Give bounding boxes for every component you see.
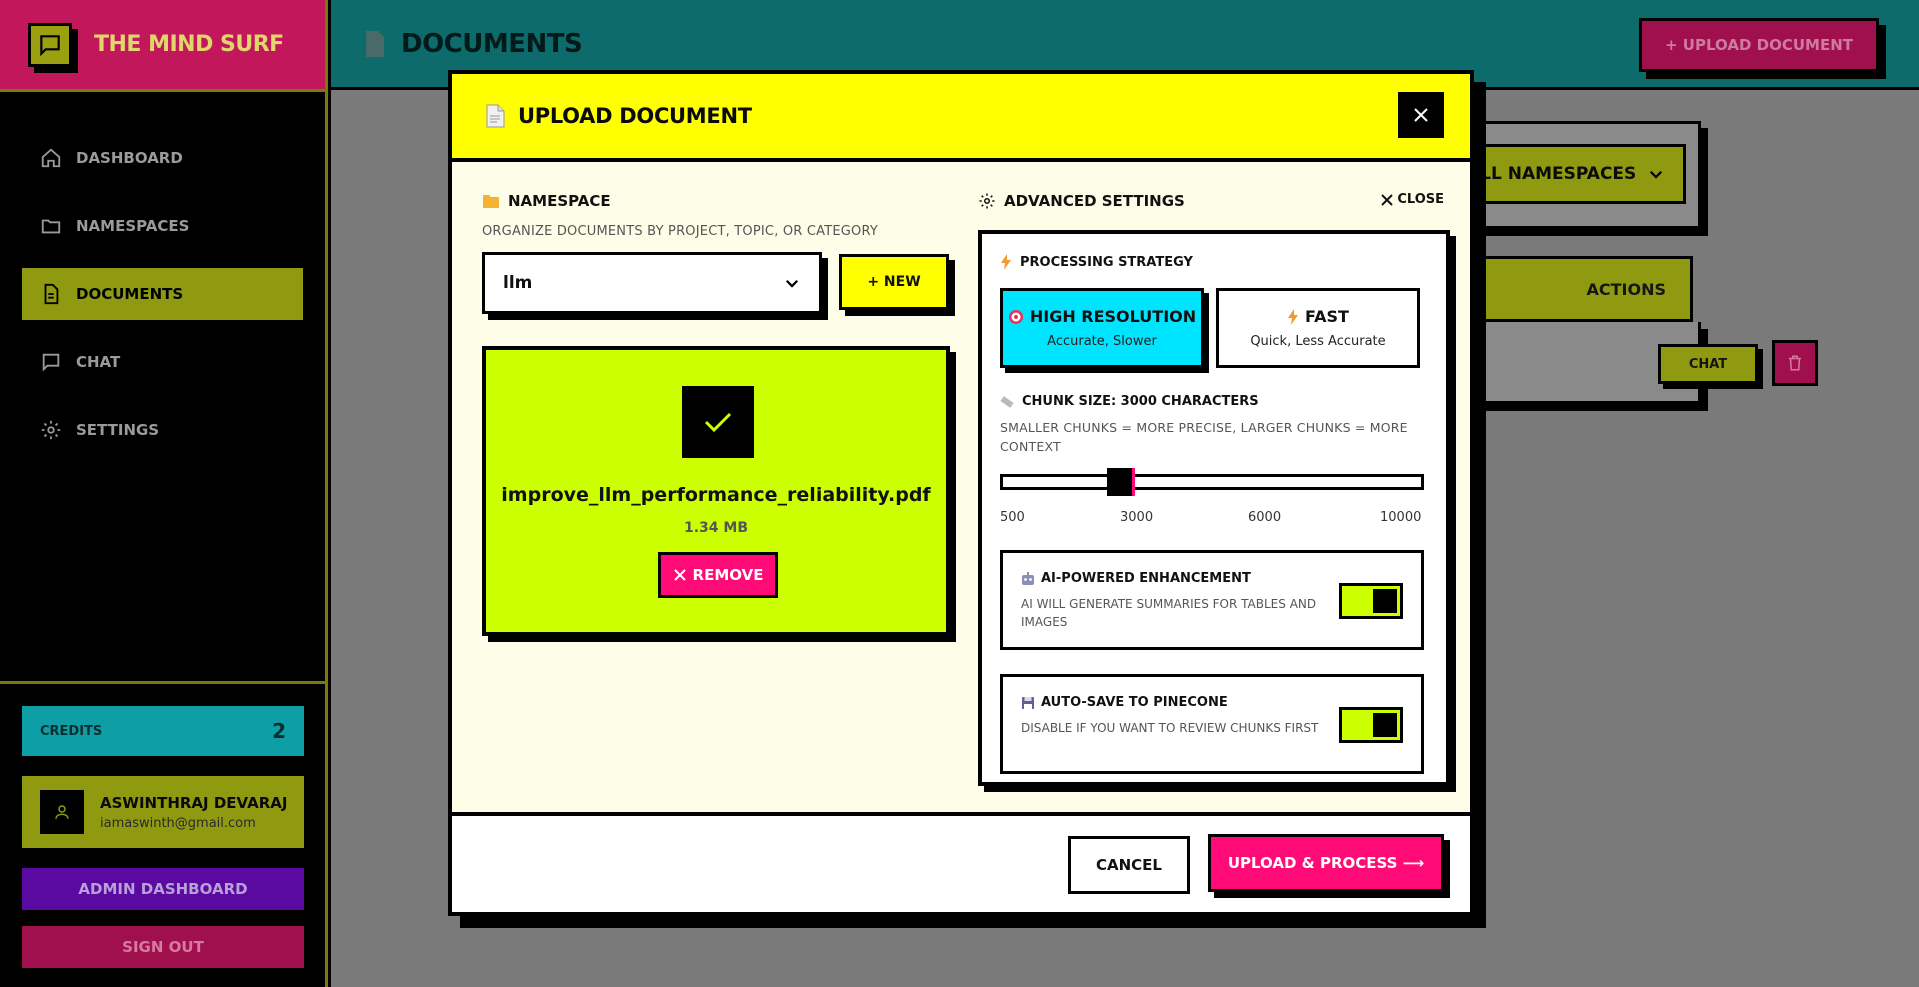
close-icon xyxy=(673,569,686,581)
sidebar-item-label: DOCUMENTS xyxy=(76,285,184,303)
new-namespace-button[interactable]: + NEW xyxy=(839,254,949,310)
user-name: ASWINTHRAJ DEVARAJ xyxy=(100,793,288,812)
file-name: improve_llm_performance_reliability.pdf xyxy=(501,484,931,506)
auto-save-card: AUTO-SAVE TO PINECONE DISABLE IF YOU WAN… xyxy=(1000,674,1424,774)
file-icon xyxy=(44,283,59,305)
avatar xyxy=(40,790,84,834)
namespace-filter-dropdown[interactable]: ALL NAMESPACES xyxy=(1464,144,1686,204)
strategy-fast[interactable]: FAST Quick, Less Accurate xyxy=(1216,288,1420,368)
chunk-size-slider[interactable] xyxy=(1000,468,1424,496)
file-size: 1.34 MB xyxy=(683,520,749,536)
namespace-help: ORGANIZE DOCUMENTS BY PROJECT, TOPIC, OR… xyxy=(482,224,879,239)
cancel-button[interactable]: CANCEL xyxy=(1068,836,1190,894)
ai-enhancement-desc: AI WILL GENERATE SUMMARIES FOR TABLES AN… xyxy=(1021,597,1317,629)
lightning-icon xyxy=(1001,254,1011,270)
robot-icon xyxy=(1022,571,1034,585)
sidebar-item-settings[interactable]: SETTINGS xyxy=(22,404,303,456)
document-icon xyxy=(486,104,505,128)
table-row: CHAT xyxy=(1461,322,1818,404)
folder-icon xyxy=(41,219,61,234)
remove-file-button[interactable]: REMOVE xyxy=(658,552,778,598)
chunk-size-help: SMALLER CHUNKS = MORE PRECISE, LARGER CH… xyxy=(1000,420,1408,454)
admin-dashboard-button[interactable]: ADMIN DASHBOARD xyxy=(22,868,304,910)
auto-save-toggle[interactable] xyxy=(1339,707,1403,743)
ruler-icon xyxy=(1000,395,1014,408)
namespace-section-title: NAMESPACE xyxy=(482,192,611,210)
gear-icon xyxy=(979,193,995,209)
credits-badge: CREDITS 2 xyxy=(22,706,304,756)
brand-header: THE MIND SURF xyxy=(0,0,325,92)
credits-value: 2 xyxy=(272,719,286,743)
strategy-high-resolution[interactable]: HIGH RESOLUTION Accurate, Slower xyxy=(1000,288,1204,368)
row-delete-button[interactable] xyxy=(1772,340,1818,386)
advanced-settings-panel: PROCESSING STRATEGY HIGH RESOLUTION Accu… xyxy=(978,230,1450,786)
sidebar-item-label: DASHBOARD xyxy=(76,149,183,167)
user-card[interactable]: ASWINTHRAJ DEVARAJ iamaswinth@gmail.com xyxy=(22,776,304,848)
chunk-size-title: CHUNK SIZE: 3000 CHARACTERS xyxy=(1000,394,1259,409)
sidebar-item-label: SETTINGS xyxy=(76,421,160,439)
modal-close-button[interactable] xyxy=(1398,92,1444,138)
sidebar-footer: CREDITS 2 ASWINTHRAJ DEVARAJ iamaswinth@… xyxy=(0,681,325,987)
slider-tick: 3000 xyxy=(1120,510,1154,525)
sidebar-item-label: NAMESPACES xyxy=(76,217,190,235)
slider-tick: 6000 xyxy=(1248,510,1282,525)
namespace-select[interactable]: llm xyxy=(482,252,822,314)
sidebar: THE MIND SURF DASHBOARD NAMESPACES DOCUM… xyxy=(0,0,328,987)
ai-enhancement-title: AI-POWERED ENHANCEMENT xyxy=(1041,571,1251,586)
trash-icon xyxy=(1789,355,1801,371)
sidebar-item-namespaces[interactable]: NAMESPACES xyxy=(22,200,303,252)
folder-icon xyxy=(483,195,499,208)
sidebar-item-label: CHAT xyxy=(76,353,121,371)
sidebar-item-documents[interactable]: DOCUMENTS xyxy=(22,268,303,320)
chevron-down-icon xyxy=(1649,170,1663,179)
target-icon xyxy=(1008,309,1023,324)
actions-column-header: ACTIONS xyxy=(1586,279,1666,299)
ai-enhancement-card: AI-POWERED ENHANCEMENT AI WILL GENERATE … xyxy=(1000,550,1424,650)
row-chat-button[interactable]: CHAT xyxy=(1658,344,1758,384)
processing-strategy-title: PROCESSING STRATEGY xyxy=(1000,254,1193,270)
close-icon xyxy=(1381,193,1394,206)
row-chat-label: CHAT xyxy=(1688,356,1728,372)
modal-header: UPLOAD DOCUMENT xyxy=(452,74,1470,162)
chunk-size-slider-thumb[interactable] xyxy=(1107,468,1135,496)
namespace-filter-value: ALL NAMESPACES xyxy=(1467,164,1637,184)
logo-chat-icon xyxy=(28,22,72,67)
selected-file-card: improve_llm_performance_reliability.pdf … xyxy=(482,346,950,636)
file-icon xyxy=(366,30,384,57)
upload-document-button[interactable]: + UPLOAD DOCUMENT xyxy=(1639,18,1879,72)
close-icon xyxy=(1414,108,1428,122)
namespace-filter-panel: ALL NAMESPACES xyxy=(1461,121,1701,229)
table-header: ACTIONS xyxy=(1461,256,1693,322)
auto-save-title: AUTO-SAVE TO PINECONE xyxy=(1041,695,1228,710)
sidebar-item-chat[interactable]: CHAT xyxy=(22,336,303,388)
sidebar-nav: DASHBOARD NAMESPACES DOCUMENTS CHAT SETT… xyxy=(0,132,325,456)
chevron-down-icon xyxy=(785,279,799,288)
home-icon xyxy=(41,148,61,168)
slider-tick: 10000 xyxy=(1380,510,1422,525)
sign-out-button[interactable]: SIGN OUT xyxy=(22,926,304,968)
auto-save-desc: DISABLE IF YOU WANT TO REVIEW CHUNKS FIR… xyxy=(1021,721,1319,735)
advanced-settings-title: ADVANCED SETTINGS xyxy=(978,192,1185,210)
chat-icon xyxy=(42,353,60,372)
sidebar-item-dashboard[interactable]: DASHBOARD xyxy=(22,132,303,184)
user-icon xyxy=(55,805,69,819)
upload-process-button[interactable]: UPLOAD & PROCESS ⟶ xyxy=(1208,834,1444,892)
namespace-select-value: llm xyxy=(503,273,533,293)
user-email: iamaswinth@gmail.com xyxy=(100,815,256,831)
modal-title: UPLOAD DOCUMENT xyxy=(518,104,752,128)
lightning-icon xyxy=(1288,308,1299,325)
slider-tick: 500 xyxy=(1000,510,1025,525)
check-icon xyxy=(682,386,754,458)
advanced-close-button[interactable]: CLOSE xyxy=(1381,192,1444,207)
upload-document-modal: UPLOAD DOCUMENT NAMESPACE ORGANIZE DOCUM… xyxy=(448,70,1474,916)
modal-footer: CANCEL UPLOAD & PROCESS ⟶ xyxy=(452,812,1470,912)
ai-enhancement-toggle[interactable] xyxy=(1339,583,1403,619)
floppy-disk-icon xyxy=(1022,696,1034,709)
app-title: THE MIND SURF xyxy=(94,32,284,57)
credits-label: CREDITS xyxy=(40,723,103,739)
page-title: DOCUMENTS xyxy=(401,28,583,59)
gear-icon xyxy=(41,420,61,440)
